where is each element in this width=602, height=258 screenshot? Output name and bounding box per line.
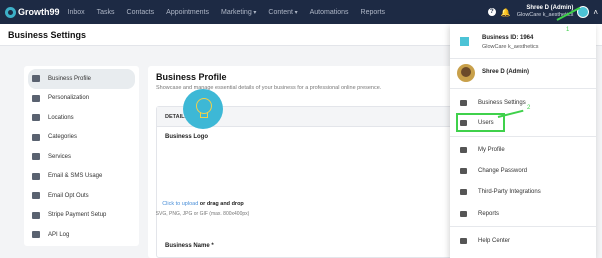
categories-icon (32, 133, 40, 141)
sidebar-item-email-sms-usage[interactable]: Email & SMS Usage (28, 167, 135, 187)
sidebar-item-services[interactable]: Services (28, 147, 135, 167)
click-to-upload-link[interactable]: Click to upload (162, 201, 198, 207)
menu-item-label: Reports (478, 211, 500, 217)
my-profile-icon (460, 147, 467, 153)
upload-instructions: Click to upload or drag and drop (148, 201, 258, 207)
sidebar-item-label: Categories (48, 134, 78, 141)
user-dropdown-menu: Business ID: 1964 GlowCare k_aesthetics … (450, 24, 596, 258)
logo-mark-icon (5, 6, 16, 18)
logo-upload-dropzone[interactable] (183, 89, 223, 129)
api-log-icon (32, 231, 40, 239)
menu-item-third-party-integrations[interactable]: Third-Party Integrations (450, 185, 596, 199)
sidebar-item-label: Locations (48, 114, 74, 121)
menu-item-label: Third-Party Integrations (478, 189, 541, 195)
sidebar-item-email-opt-outs[interactable]: Email Opt Outs (28, 186, 135, 206)
personalization-icon (32, 94, 40, 102)
sidebar-item-business-profile[interactable]: Business Profile (28, 69, 135, 89)
menu-item-label: My Profile (478, 147, 505, 153)
email-opt-out-icon (32, 192, 40, 200)
business-icon (460, 37, 469, 46)
services-icon (32, 153, 40, 161)
sidebar-item-personalization[interactable]: Personalization (28, 89, 135, 109)
nav-inbox[interactable]: Inbox (68, 9, 85, 16)
menu-item-change-password[interactable]: Change Password (450, 164, 596, 178)
divider (450, 226, 596, 227)
main-nav: Inbox Tasks Contacts Appointments Market… (68, 9, 398, 16)
locations-icon (32, 114, 40, 122)
top-navbar: Growth99 Inbox Tasks Contacts Appointmen… (0, 0, 602, 24)
sidebar-item-api-log[interactable]: API Log (28, 225, 135, 245)
page-title: Business Settings (8, 30, 87, 40)
upload-format-hint: SVG, PNG, JPG or GIF (max. 800x400px) (155, 211, 250, 217)
divider (450, 136, 596, 137)
sidebar-item-label: API Log (48, 231, 70, 238)
settings-sidebar: Business Profile Personalization Locatio… (24, 66, 139, 246)
top-right-controls: ? 🔔 Shree D (Admin) GlowCare k_aesthetic… (487, 0, 602, 24)
section-title: Business Profile (156, 72, 227, 82)
sidebar-item-label: Email Opt Outs (48, 192, 89, 199)
business-name: GlowCare k_aesthetics (482, 44, 539, 50)
nav-appointments[interactable]: Appointments (166, 9, 209, 16)
nav-content[interactable]: Content (268, 9, 297, 16)
divider (450, 58, 596, 59)
menu-item-label: Help Center (478, 238, 511, 244)
integrations-icon (460, 189, 467, 195)
stripe-icon (32, 211, 40, 219)
sidebar-item-categories[interactable]: Categories (28, 128, 135, 148)
business-settings-icon (460, 100, 467, 106)
lightbulb-icon (195, 98, 212, 120)
dropdown-user-name: Shree D (Admin) (482, 69, 530, 75)
business-name-label: Business Name * (165, 243, 214, 249)
sidebar-item-label: Email & SMS Usage (48, 173, 103, 180)
sidebar-item-label: Business Profile (48, 75, 92, 82)
growth99-logo[interactable]: Growth99 (5, 6, 60, 18)
menu-item-help-center[interactable]: Help Center (450, 234, 596, 248)
business-logo-label: Business Logo (165, 134, 209, 140)
divider (450, 88, 596, 89)
business-id: Business ID: 1964 (482, 35, 534, 41)
business-profile-icon (32, 75, 40, 83)
lock-icon (460, 168, 467, 174)
sidebar-item-label: Stripe Payment Setup (48, 212, 107, 219)
email-sms-icon (32, 172, 40, 180)
drag-drop-text: or drag and drop (198, 201, 244, 207)
menu-item-label: Business Settings (478, 100, 526, 106)
menu-item-reports[interactable]: Reports (450, 207, 596, 221)
sidebar-item-label: Services (48, 153, 72, 160)
header-user-name: Shree D (Admin) (526, 5, 574, 11)
help-icon (460, 238, 467, 244)
avatar (457, 64, 475, 82)
nav-tasks[interactable]: Tasks (97, 9, 115, 16)
sidebar-item-label: Personalization (48, 95, 90, 102)
step-number-2: 2 (527, 105, 531, 111)
menu-item-my-profile[interactable]: My Profile (450, 143, 596, 157)
menu-item-business-settings[interactable]: Business Settings (450, 96, 596, 110)
bell-icon[interactable]: 🔔 (501, 8, 511, 17)
reports-icon (460, 211, 467, 217)
help-icon[interactable]: ? (487, 8, 496, 16)
step-number-1: 1 (566, 27, 570, 33)
sidebar-item-locations[interactable]: Locations (28, 108, 135, 128)
logo-text: Growth99 (18, 7, 60, 17)
nav-reports[interactable]: Reports (361, 9, 386, 16)
nav-marketing[interactable]: Marketing (221, 9, 256, 16)
menu-item-label: Change Password (478, 168, 528, 174)
nav-automations[interactable]: Automations (310, 9, 349, 16)
sidebar-item-stripe-payment-setup[interactable]: Stripe Payment Setup (28, 206, 135, 226)
section-subtitle: Showcase and manage essential details of… (156, 85, 382, 91)
chevron-up-icon[interactable]: ˄ (593, 8, 598, 17)
nav-contacts[interactable]: Contacts (127, 9, 155, 16)
